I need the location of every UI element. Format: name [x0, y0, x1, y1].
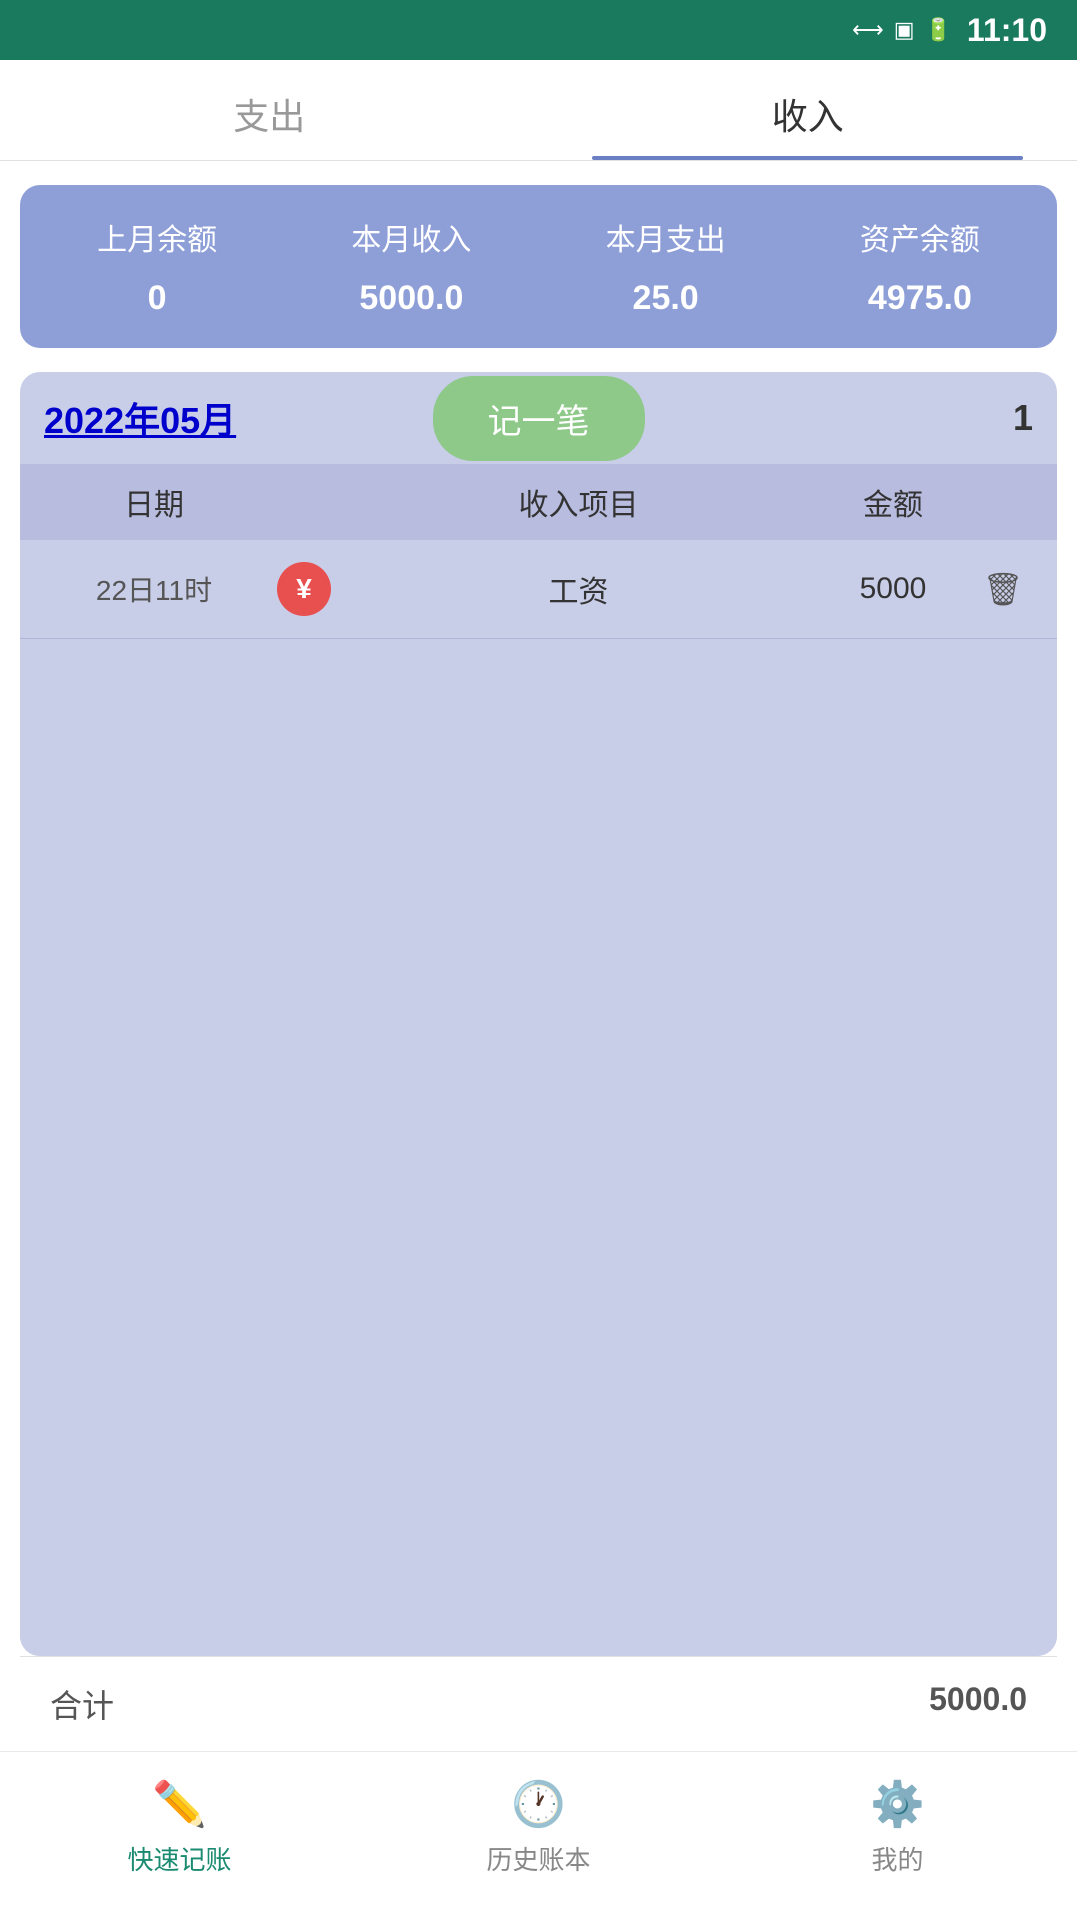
nav-label-quick: 快速记账 — [127, 1840, 231, 1877]
this-month-income-value: 5000.0 — [359, 279, 463, 317]
this-month-expense-col: 本月支出 — [539, 215, 793, 259]
this-month-expense-value: 25.0 — [633, 279, 699, 317]
this-month-income-value-col: 5000.0 — [284, 279, 538, 318]
asset-balance-col: 资产余额 — [793, 215, 1047, 259]
last-month-col: 上月余额 — [30, 215, 284, 259]
yuan-icon: ¥ — [277, 562, 331, 616]
table-header: 日期 收入项目 金额 — [20, 464, 1057, 540]
main-content: 2022年05月 记一笔 1 日期 收入项目 金额 22日11时 ¥ 工资 50… — [20, 372, 1057, 1656]
summary-values-row: 0 5000.0 25.0 4975.0 — [30, 279, 1047, 318]
th-date: 日期 — [44, 480, 264, 524]
status-bar: ⟷ ▣ 🔋 11:10 — [0, 0, 1077, 60]
th-action — [973, 480, 1033, 524]
asset-balance-value: 4975.0 — [868, 279, 972, 317]
last-month-label: 上月余额 — [97, 224, 217, 257]
asset-balance-label: 资产余额 — [860, 224, 980, 257]
th-amount: 金额 — [813, 480, 973, 524]
pencil-icon: ✏️ — [152, 1778, 207, 1830]
this-month-income-col: 本月收入 — [284, 215, 538, 259]
th-icon-space — [264, 480, 344, 524]
record-date: 22日11时 — [44, 569, 264, 609]
this-month-expense-value-col: 25.0 — [539, 279, 793, 318]
month-record-count: 1 — [1013, 397, 1033, 439]
battery-icon: 🔋 — [925, 17, 952, 43]
record-icon-cell: ¥ — [264, 562, 344, 616]
record-amount: 5000 — [813, 572, 973, 606]
month-header: 2022年05月 记一笔 1 — [20, 372, 1057, 464]
nav-label-mine: 我的 — [871, 1840, 923, 1877]
th-category: 收入项目 — [344, 480, 813, 524]
record-action: 🗑 — [973, 570, 1033, 608]
status-icons: ⟷ ▣ 🔋 — [852, 17, 952, 43]
record-category: 工资 — [344, 567, 813, 611]
nav-item-history[interactable]: 🕐 历史账本 — [359, 1768, 718, 1887]
nav-label-history: 历史账本 — [486, 1840, 590, 1877]
clock-icon: 🕐 — [511, 1778, 566, 1830]
total-row: 合计 5000.0 — [20, 1656, 1057, 1751]
signal-icon: ⟷ — [852, 17, 884, 43]
data-icon: ▣ — [894, 17, 915, 43]
this-month-income-label: 本月收入 — [351, 224, 471, 257]
last-month-value: 0 — [148, 279, 167, 317]
status-time: 11:10 — [967, 12, 1047, 49]
nav-item-quick[interactable]: ✏️ 快速记账 — [0, 1768, 359, 1887]
tab-income[interactable]: 收入 — [539, 60, 1077, 160]
add-record-button[interactable]: 记一笔 — [433, 376, 645, 461]
table-row: 22日11时 ¥ 工资 5000 🗑 — [20, 540, 1057, 639]
asset-balance-value-col: 4975.0 — [793, 279, 1047, 318]
total-label: 合计 — [50, 1681, 929, 1727]
summary-card: 上月余额 本月收入 本月支出 资产余额 0 5000.0 25.0 4975.0 — [20, 185, 1057, 348]
summary-labels-row: 上月余额 本月收入 本月支出 资产余额 — [30, 215, 1047, 259]
gear-icon: ⚙️ — [870, 1778, 925, 1830]
table-body: 22日11时 ¥ 工资 5000 🗑 — [20, 540, 1057, 1656]
tab-bar: 支出 收入 — [0, 60, 1077, 161]
tab-expense[interactable]: 支出 — [0, 60, 539, 160]
last-month-value-col: 0 — [30, 279, 284, 318]
month-section: 2022年05月 记一笔 1 日期 收入项目 金额 22日11时 ¥ 工资 50… — [20, 372, 1057, 1656]
month-title: 2022年05月 — [44, 392, 236, 444]
total-value: 5000.0 — [929, 1681, 1027, 1727]
bottom-nav: ✏️ 快速记账 🕐 历史账本 ⚙️ 我的 — [0, 1751, 1077, 1917]
this-month-expense-label: 本月支出 — [606, 224, 726, 257]
nav-item-mine[interactable]: ⚙️ 我的 — [718, 1768, 1077, 1887]
delete-record-button[interactable]: 🗑 — [983, 570, 1024, 608]
